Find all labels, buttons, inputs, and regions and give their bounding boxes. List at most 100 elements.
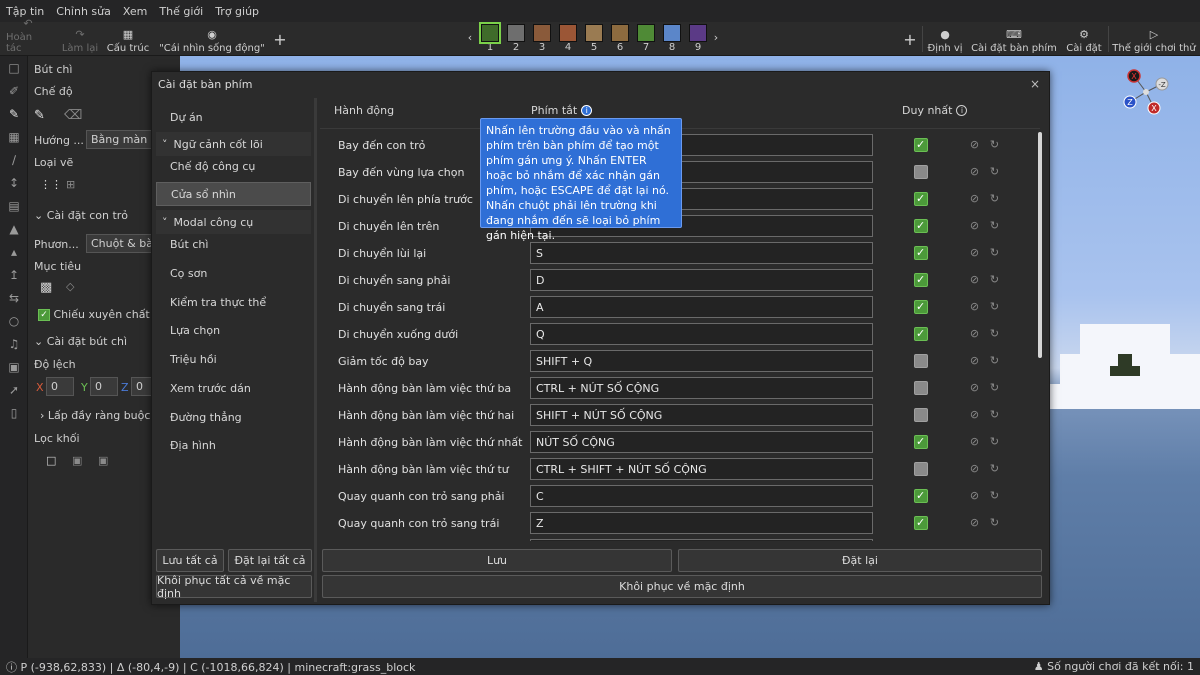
extrude-tool-icon[interactable]: ↕ [0, 171, 28, 194]
offset-x-input[interactable]: 0 [46, 377, 74, 396]
reset-binding-icon[interactable]: ↻ [988, 462, 1001, 475]
keybind-settings-button[interactable]: ⌨ Cài đặt bàn phím [970, 24, 1058, 55]
redo-button[interactable]: ↷ Làm lại [58, 24, 102, 55]
unique-checkbox[interactable] [914, 516, 928, 530]
save-all-button[interactable]: Lưu tất cả [156, 549, 224, 572]
audio-tool-icon[interactable]: ♫ [0, 332, 28, 355]
unique-checkbox[interactable] [914, 354, 928, 368]
view-mode-button[interactable]: ◉ "Cái nhìn sống động" [158, 24, 266, 55]
fill-tool-icon[interactable]: ▲ [0, 217, 28, 240]
clear-binding-icon[interactable]: ⊘ [968, 192, 981, 205]
clear-binding-icon[interactable]: ⊘ [968, 327, 981, 340]
category-header[interactable]: ˅ Ngữ cảnh cốt lõi [156, 132, 311, 156]
reset-binding-icon[interactable]: ↻ [988, 327, 1001, 340]
reset-binding-icon[interactable]: ↻ [988, 138, 1001, 151]
hotbar-slot[interactable]: 7 [635, 24, 657, 54]
filter-include-icon[interactable]: ▣ [72, 454, 82, 467]
shortcut-input[interactable]: A [530, 296, 873, 318]
category-item[interactable]: Triệu hồi [156, 347, 311, 371]
reset-binding-icon[interactable]: ↻ [988, 381, 1001, 394]
offset-y-input[interactable]: 0 [90, 377, 118, 396]
unique-checkbox[interactable] [914, 192, 928, 206]
category-item[interactable]: Xem trước dán [156, 376, 311, 400]
reset-binding-icon[interactable]: ↻ [988, 300, 1001, 313]
cursor-settings-header[interactable]: ⌄ Cài đặt con trỏ [34, 209, 128, 222]
shortcut-input[interactable]: NÚT SỐ CỘNG [530, 431, 873, 453]
hotbar-slot[interactable]: 6 [609, 24, 631, 54]
reset-binding-icon[interactable]: ↻ [988, 516, 1001, 529]
clear-binding-icon[interactable]: ⊘ [968, 273, 981, 286]
reset-all-button[interactable]: Đặt lại tất cả [228, 549, 312, 572]
category-item[interactable]: Cửa sổ nhìn [156, 182, 311, 206]
menu-help[interactable]: Trợ giúp [215, 5, 259, 18]
compass-widget[interactable]: X -Z Z X [1120, 66, 1172, 118]
info-icon[interactable]: i [581, 105, 593, 116]
info-icon[interactable]: i [956, 105, 968, 116]
category-item[interactable]: Đường thẳng [156, 405, 311, 429]
unique-checkbox[interactable] [914, 246, 928, 260]
eraser-mode-icon[interactable]: ⌫ [64, 108, 82, 123]
hotbar-slot[interactable]: 9 [687, 24, 709, 54]
hotbar-slot[interactable]: 3 [531, 24, 553, 54]
reset-binding-icon[interactable]: ↻ [988, 408, 1001, 421]
wand-tool-icon[interactable]: ➚ [0, 378, 28, 401]
unique-checkbox[interactable] [914, 165, 928, 179]
unique-checkbox[interactable] [914, 327, 928, 341]
camera-tool-icon[interactable]: ▣ [0, 355, 28, 378]
clear-binding-icon[interactable]: ⊘ [968, 489, 981, 502]
shortcut-input[interactable]: SHIFT + NÚT SỐ CỘNG [530, 404, 873, 426]
shortcut-input[interactable]: CTRL + NÚT SỐ CỘNG [530, 377, 873, 399]
reset-binding-icon[interactable]: ↻ [988, 165, 1001, 178]
restore-all-defaults-button[interactable]: Khôi phục tất cả về mặc định [156, 574, 312, 600]
category-item[interactable]: Chế độ công cụ [156, 154, 311, 178]
category-header[interactable]: ˅ Modal công cụ [156, 210, 311, 234]
reset-binding-icon[interactable]: ↻ [988, 489, 1001, 502]
reset-binding-icon[interactable]: ↻ [988, 246, 1001, 259]
menu-view[interactable]: Xem [123, 5, 148, 18]
draw-type-dots-icon[interactable]: ⋮⋮ [40, 178, 62, 191]
clear-binding-icon[interactable]: ⊘ [968, 516, 981, 529]
save-button[interactable]: Lưu [322, 549, 672, 572]
shortcut-input[interactable]: Z [530, 512, 873, 534]
draw-type-grid-icon[interactable]: ⊞ [66, 178, 75, 191]
pencil-tool-icon[interactable]: ✎ [0, 102, 28, 125]
clear-binding-icon[interactable]: ⊘ [968, 462, 981, 475]
category-item[interactable]: Địa hình [156, 433, 311, 457]
shortcut-input[interactable]: D [530, 269, 873, 291]
shortcut-input[interactable]: Q [530, 323, 873, 345]
clear-binding-icon[interactable]: ⊘ [968, 165, 981, 178]
category-item[interactable]: Bút chì [156, 232, 311, 256]
settings-button[interactable]: ⚙ Cài đặt [1064, 24, 1104, 55]
pencil-settings-header[interactable]: ⌄ Cài đặt bút chì [34, 335, 127, 348]
unique-checkbox[interactable] [914, 273, 928, 287]
clear-binding-icon[interactable]: ⊘ [968, 219, 981, 232]
category-item[interactable]: Kiểm tra thực thể [156, 290, 311, 314]
filter-none-icon[interactable]: □ [46, 454, 56, 467]
hotbar-slot[interactable]: 8 [661, 24, 683, 54]
filter-exclude-icon[interactable]: ▣ [98, 454, 108, 467]
reset-binding-icon[interactable]: ↻ [988, 435, 1001, 448]
menu-world[interactable]: Thế giới [159, 5, 203, 18]
transform-tool-icon[interactable]: ⇆ [0, 286, 28, 309]
scrollbar[interactable] [1038, 132, 1042, 358]
reset-binding-icon[interactable]: ↻ [988, 354, 1001, 367]
entity-tool-icon[interactable]: ▦ [0, 125, 28, 148]
hotbar-next-button[interactable]: › [710, 24, 722, 54]
unique-checkbox[interactable] [914, 381, 928, 395]
unique-checkbox[interactable] [914, 138, 928, 152]
import-tool-icon[interactable]: ↥ [0, 263, 28, 286]
pencil-mode-icon[interactable]: ✎ [34, 108, 45, 123]
unique-checkbox[interactable] [914, 489, 928, 503]
add-tab-button[interactable]: + [272, 24, 288, 54]
structure-button[interactable]: ▦ Cấu trúc [106, 24, 150, 55]
add-panel-button[interactable]: + [902, 24, 918, 54]
clipboard-tool-icon[interactable]: ▯ [0, 401, 28, 424]
category-item[interactable]: Dự án [156, 105, 311, 129]
hotbar-slot[interactable]: 2 [505, 24, 527, 54]
players-readout[interactable]: ♟ Số người chơi đã kết nối: 1 [1034, 660, 1194, 673]
reset-binding-icon[interactable]: ↻ [988, 219, 1001, 232]
fill-constraint-header[interactable]: › Lấp đầy ràng buộc [40, 409, 150, 422]
selection-tool-icon[interactable]: □ [0, 56, 28, 79]
category-item[interactable]: Lựa chọn [156, 318, 311, 342]
shortcut-input[interactable] [530, 539, 873, 541]
